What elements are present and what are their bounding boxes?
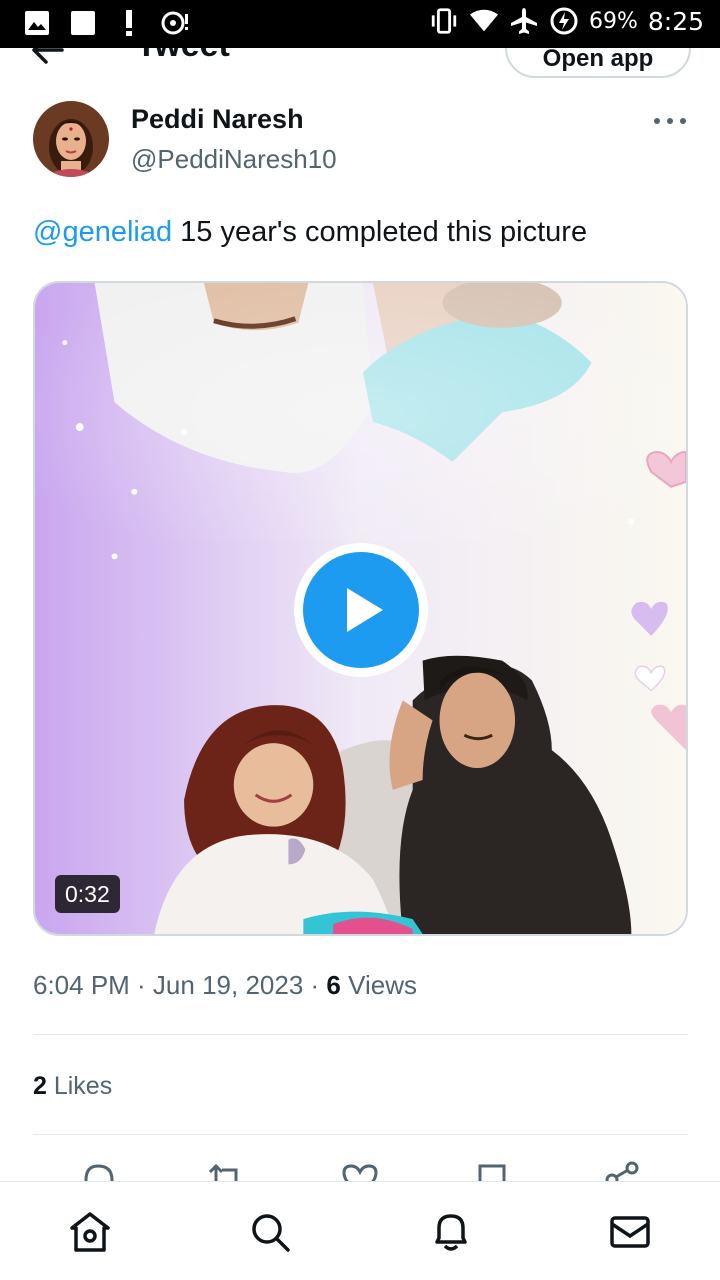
notifications-icon[interactable]	[429, 1210, 473, 1254]
author-handle[interactable]: @PeddiNaresh10	[131, 144, 337, 175]
back-arrow-icon[interactable]	[30, 48, 66, 68]
views-count: 6	[326, 970, 341, 1000]
clock: 8:25	[647, 6, 704, 36]
share-icon[interactable]	[602, 1160, 642, 1182]
top-header: Tweet Open app	[0, 48, 720, 88]
likes-count: 2	[33, 1072, 47, 1100]
author-name[interactable]: Peddi Naresh	[131, 104, 304, 135]
reply-icon[interactable]	[78, 1160, 118, 1182]
messages-icon[interactable]	[608, 1210, 652, 1254]
bookmark-icon[interactable]	[472, 1160, 512, 1182]
wifi-icon	[469, 6, 499, 36]
views-label: Views	[340, 970, 417, 1000]
video-thumbnail[interactable]: 0:32	[33, 281, 688, 936]
status-bar: 69% 8:25	[0, 0, 720, 48]
tweet-timestamp[interactable]: 6:04 PM · Jun 19, 2023 ·	[33, 970, 326, 1000]
status-right: 69% 8:25	[429, 6, 704, 36]
more-options-icon[interactable]	[650, 108, 690, 134]
status-left	[22, 8, 190, 38]
battery-percent: 69%	[588, 8, 638, 34]
gallery-icon	[22, 8, 52, 38]
video-duration-badge: 0:32	[55, 875, 120, 913]
open-app-button[interactable]: Open app	[505, 48, 691, 78]
square-notification-icon	[68, 8, 98, 38]
retweet-icon[interactable]	[206, 1160, 246, 1182]
like-icon[interactable]	[340, 1160, 380, 1182]
play-button[interactable]	[294, 543, 428, 677]
tweet-body: 15 year's completed this picture	[172, 216, 588, 248]
alert-icon	[114, 8, 144, 38]
bottom-nav	[0, 1181, 720, 1280]
divider	[33, 1034, 688, 1035]
play-icon	[303, 552, 419, 668]
likes-label: Likes	[46, 1072, 113, 1100]
mention-link[interactable]: @geneliad	[33, 216, 172, 248]
home-icon[interactable]	[68, 1210, 112, 1254]
battery-charging-icon	[549, 6, 579, 36]
search-icon[interactable]	[248, 1210, 292, 1254]
airplane-icon	[509, 6, 539, 36]
likes-summary[interactable]: 2 Likes	[33, 1072, 112, 1101]
tweet-actions	[0, 1158, 720, 1182]
page-title: Tweet	[136, 48, 230, 65]
media-cast-icon	[160, 8, 190, 38]
tweet-text: @geneliad 15 year's completed this pictu…	[33, 216, 587, 249]
tweet-meta: 6:04 PM · Jun 19, 2023 · 6 Views	[33, 970, 417, 1001]
avatar[interactable]	[33, 101, 109, 177]
divider	[33, 1134, 688, 1135]
vibrate-icon	[429, 6, 459, 36]
